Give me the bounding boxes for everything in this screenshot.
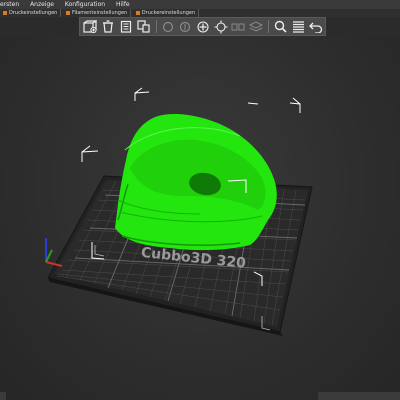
print-settings-icon	[3, 10, 7, 15]
status-panel	[318, 392, 400, 400]
tab-filament-settings-label: Filamenteinstellungen	[71, 10, 128, 16]
menu-item-file[interactable]: ersten	[0, 1, 19, 8]
toolbar-separator	[268, 20, 270, 33]
arrange-icon[interactable]	[135, 19, 152, 34]
paste-icon[interactable]	[177, 19, 194, 34]
menu-item-help[interactable]: Hilfe	[116, 1, 130, 8]
delete-all-icon[interactable]	[117, 19, 134, 34]
tab-bar: Druckeinstellungen Filamenteinstellungen…	[0, 9, 400, 17]
split-icon[interactable]	[230, 19, 247, 34]
tab-print-settings[interactable]: Druckeinstellungen	[0, 9, 62, 17]
menu-item-view[interactable]: Anzeige	[30, 1, 54, 8]
tab-printer-settings-label: Druckereinstellungen	[141, 10, 196, 16]
menu-item-configuration[interactable]: Konfiguration	[65, 1, 105, 8]
tab-filament-settings[interactable]: Filamenteinstellungen	[63, 9, 132, 17]
3d-viewport[interactable]: Cubbo3D 320	[0, 36, 400, 400]
toolbar-separator	[155, 20, 157, 33]
delete-icon[interactable]	[100, 19, 117, 34]
plater-toolbar	[79, 17, 326, 36]
list-icon[interactable]	[290, 19, 307, 34]
add-instance-icon[interactable]	[195, 19, 212, 34]
filament-settings-icon	[65, 10, 70, 15]
undo-icon[interactable]	[307, 19, 324, 34]
add-icon[interactable]	[82, 19, 99, 34]
copy-icon[interactable]	[159, 19, 176, 34]
bottom-bar	[0, 390, 400, 400]
printer-settings-icon	[135, 10, 140, 15]
scroll-handle[interactable]	[0, 392, 6, 400]
search-icon[interactable]	[272, 19, 289, 34]
scene: Cubbo3D 320	[45, 87, 313, 336]
model-object[interactable]	[115, 114, 277, 251]
menu-bar: ersten Anzeige Konfiguration Hilfe	[0, 0, 400, 9]
tab-print-settings-label: Druckeinstellungen	[9, 10, 58, 16]
layers-icon[interactable]	[248, 19, 265, 34]
tab-printer-settings[interactable]: Druckereinstellungen	[133, 9, 200, 17]
remove-instance-icon[interactable]	[212, 19, 229, 34]
